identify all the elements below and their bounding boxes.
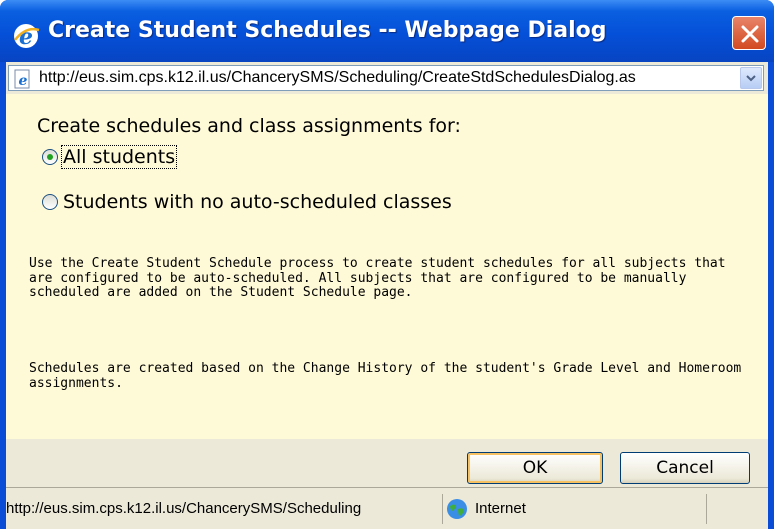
dialog-content: Create schedules and class assignments f… [6,94,768,439]
radio-label[interactable]: All students [60,145,178,169]
page-icon: e [14,69,30,89]
address-url: http://eus.sim.cps.k12.il.us/ChancerySMS… [39,69,636,86]
status-divider [442,494,443,524]
chevron-down-icon [746,75,756,82]
status-divider [706,494,707,524]
address-bar: e http://eus.sim.cps.k12.il.us/ChanceryS… [6,62,768,94]
button-bar: OK Cancel [6,439,768,487]
close-icon [741,25,759,43]
svg-text:e: e [19,73,28,89]
address-field[interactable]: e http://eus.sim.cps.k12.il.us/ChanceryS… [8,65,764,91]
cancel-button[interactable]: Cancel [620,452,750,484]
ok-button[interactable]: OK [467,452,603,484]
radio-button[interactable] [42,149,58,165]
description-text: Schedules are created based on the Chang… [29,361,742,391]
dialog-title: Create Student Schedules -- Webpage Dial… [48,18,607,43]
description-text: Use the Create Student Schedule process … [29,256,726,300]
radio-selected-dot [47,154,53,160]
dialog-window: e Create Student Schedules -- Webpage Di… [0,0,774,529]
radio-button[interactable] [42,194,58,210]
status-bar: http://eus.sim.cps.k12.il.us/ChancerySMS… [6,487,768,529]
radio-label[interactable]: Students with no auto-scheduled classes [62,191,453,213]
ie-icon: e [14,24,40,50]
svg-text:e: e [19,24,33,50]
address-dropdown-button[interactable] [740,67,762,89]
status-url: http://eus.sim.cps.k12.il.us/ChancerySMS… [6,500,362,517]
title-bar[interactable]: e Create Student Schedules -- Webpage Di… [0,0,774,62]
globe-icon [447,499,467,519]
security-zone: Internet [475,500,526,517]
close-button[interactable] [732,16,766,50]
options-prompt: Create schedules and class assignments f… [37,115,461,137]
